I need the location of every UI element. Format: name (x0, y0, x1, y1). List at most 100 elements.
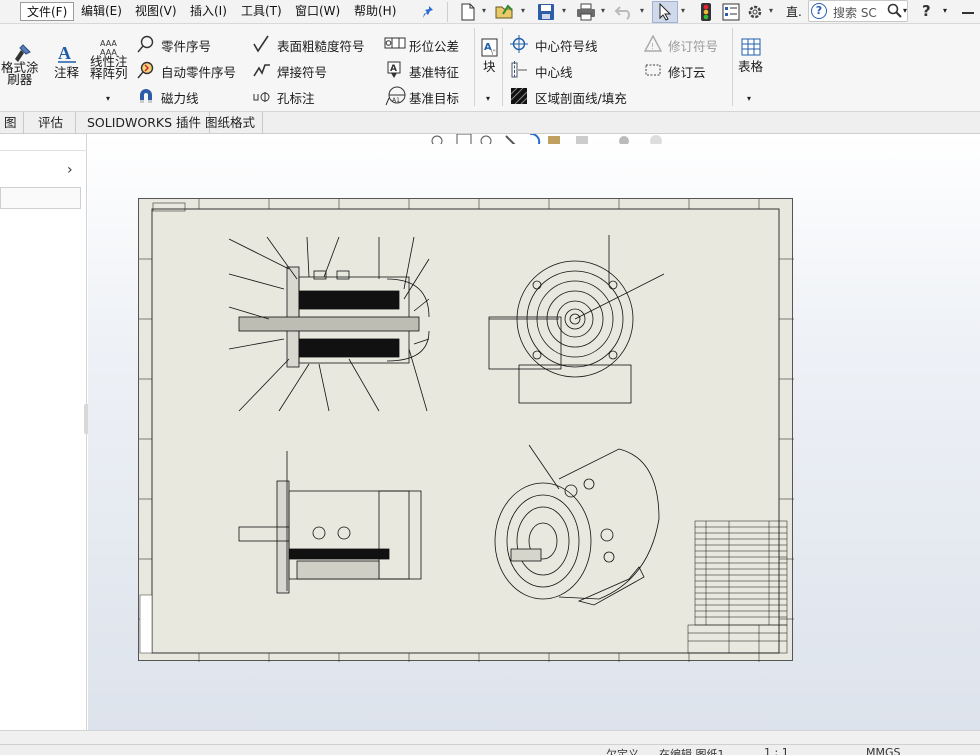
menu-help[interactable]: 帮助(H) (348, 2, 402, 21)
status-bar: 欠定义 在编辑 图纸1 1 : 1 MMGS (0, 744, 980, 755)
hole-callout-icon (253, 87, 271, 105)
menu-window[interactable]: 窗口(W) (289, 2, 346, 21)
tab-solidworks-addins[interactable]: SOLIDWORKS 插件 (79, 112, 211, 134)
svg-text:AAA: AAA (100, 39, 117, 48)
block-button[interactable]: 块 (483, 56, 496, 75)
graphics-area[interactable]: ◧ ◨ ▢ (88, 134, 980, 730)
rebuild-traffic-light-icon[interactable] (695, 1, 717, 23)
chevron-down-icon[interactable]: ▾ (562, 6, 570, 18)
chevron-down-icon[interactable]: ▾ (943, 6, 947, 15)
chevron-down-icon[interactable]: ▾ (521, 6, 529, 18)
help-button[interactable]: ? (922, 2, 931, 20)
menu-file[interactable]: 文件(F) (20, 2, 75, 21)
svg-text:\": \" (491, 49, 496, 56)
revision-cloud-button[interactable]: 修订云 (668, 62, 706, 81)
status-units[interactable]: MMGS (866, 746, 901, 755)
help-circle-icon: ? (811, 3, 827, 19)
menu-view[interactable]: 视图(V) (129, 2, 183, 21)
centerline-icon (510, 61, 528, 79)
toolbar-overflow-label[interactable]: 直. (786, 3, 802, 20)
magnetic-line-button[interactable]: 磁力线 (161, 88, 199, 107)
panel-tab-strip (0, 134, 87, 151)
file-properties-icon[interactable] (720, 1, 742, 23)
surface-finish-button[interactable]: 表面粗糙度符号 (277, 36, 365, 55)
options-gear-icon[interactable] (744, 1, 766, 23)
chevron-down-icon[interactable]: ▾ (640, 6, 648, 18)
feature-manager-panel: › (0, 134, 90, 730)
table-icon (741, 38, 761, 56)
zoom-to-fit-icon (428, 135, 443, 150)
command-manager-tabs: 图 评估 SOLIDWORKS 插件 图纸格式 (0, 112, 980, 134)
annotation-ribbon: 格式涂 刷器 A 注释 AAA AAA 线性注 释阵列 ▾ 零件序号 自动零件序号… (0, 24, 980, 112)
chevron-down-icon[interactable]: ▾ (747, 94, 751, 103)
center-mark-icon (510, 35, 528, 53)
datum-feature-icon: A (386, 61, 404, 79)
chevron-down-icon[interactable]: ▾ (681, 6, 689, 18)
open-folder-icon[interactable] (494, 1, 516, 23)
gtol-button[interactable]: 形位公差 (409, 36, 459, 55)
weld-symbol-button[interactable]: 焊接符号 (277, 62, 327, 81)
chevron-down-icon[interactable]: ▾ (106, 94, 110, 103)
block-icon: A \" (481, 38, 499, 57)
linear-note-pattern-button[interactable]: 线性注 释阵列 (90, 55, 128, 80)
search-box[interactable]: ? 搜索 SC ▾ (808, 0, 908, 22)
save-icon[interactable] (535, 1, 557, 23)
pin-icon[interactable] (418, 1, 440, 23)
search-input[interactable]: 搜索 SC (833, 4, 877, 21)
tab-sketch[interactable]: 图 (0, 112, 24, 134)
heads-up-view-toolbar (426, 134, 676, 151)
chevron-down-icon[interactable]: ▾ (903, 6, 907, 15)
status-editing-sheet: 在编辑 图纸1 (659, 748, 725, 755)
svg-text:A: A (58, 43, 71, 63)
balloon-icon (137, 35, 155, 53)
horizontal-scrollbar[interactable] (0, 730, 980, 744)
table-button[interactable]: 表格 (738, 56, 763, 75)
revision-cloud-icon (644, 61, 662, 79)
status-scale[interactable]: 1 : 1 (764, 746, 789, 755)
toolbar-separator (447, 2, 448, 22)
tab-evaluate[interactable]: 评估 (26, 112, 77, 134)
weld-symbol-icon (253, 61, 271, 79)
magnet-icon (137, 87, 155, 105)
datum-feature-button[interactable]: 基准特征 (409, 62, 459, 81)
note-button[interactable]: 注释 (54, 62, 79, 81)
minimize-icon[interactable] (962, 12, 974, 14)
ribbon-separator (502, 28, 503, 106)
auto-balloon-button[interactable]: 自动零件序号 (161, 62, 236, 81)
chevron-down-icon[interactable]: ▾ (482, 6, 490, 18)
balloon-button[interactable]: 零件序号 (161, 36, 211, 55)
tab-sheet-format[interactable]: 图纸格式 (198, 112, 264, 134)
chevron-right-icon[interactable]: › (67, 162, 73, 178)
drawing-sheet[interactable] (138, 198, 794, 662)
menu-tools[interactable]: 工具(T) (235, 2, 288, 21)
print-icon[interactable] (575, 1, 597, 23)
svg-text:A1: A1 (392, 97, 400, 104)
chevron-down-icon[interactable]: ▾ (769, 6, 777, 18)
drawing-sheet-graphics (139, 199, 794, 662)
new-document-icon[interactable] (457, 1, 479, 23)
gtol-icon (384, 36, 406, 54)
ribbon-separator (732, 28, 733, 106)
area-hatch-button[interactable]: 区域剖面线/填充 (535, 88, 627, 107)
menu-bar: 文件(F) 编辑(E) 视图(V) 插入(I) 工具(T) 窗口(W) 帮助(H… (0, 0, 980, 24)
select-cursor-icon[interactable] (652, 1, 678, 23)
datum-target-button[interactable]: 基准目标 (409, 88, 459, 107)
format-painter-button[interactable]: 格式涂 刷器 (1, 61, 39, 86)
menu-insert[interactable]: 插入(I) (184, 2, 233, 21)
svg-text:A: A (390, 64, 397, 74)
chevron-down-icon[interactable]: ▾ (486, 94, 490, 103)
datum-target-icon: A1 (385, 86, 407, 106)
search-icon[interactable] (887, 3, 903, 22)
centerline-button[interactable]: 中心线 (535, 62, 573, 81)
chevron-down-icon[interactable]: ▾ (601, 6, 609, 18)
auto-balloon-icon (137, 61, 155, 79)
revision-symbol-button[interactable]: 修订符号 (668, 36, 718, 55)
filter-input[interactable] (0, 187, 81, 209)
center-mark-button[interactable]: 中心符号线 (535, 36, 598, 55)
undo-icon[interactable] (613, 1, 635, 23)
menu-edit[interactable]: 编辑(E) (75, 2, 128, 21)
svg-text:!: ! (651, 42, 654, 51)
hole-callout-button[interactable]: 孔标注 (277, 88, 315, 107)
area-hatch-icon (510, 87, 528, 105)
revision-symbol-icon: ! (643, 34, 663, 53)
